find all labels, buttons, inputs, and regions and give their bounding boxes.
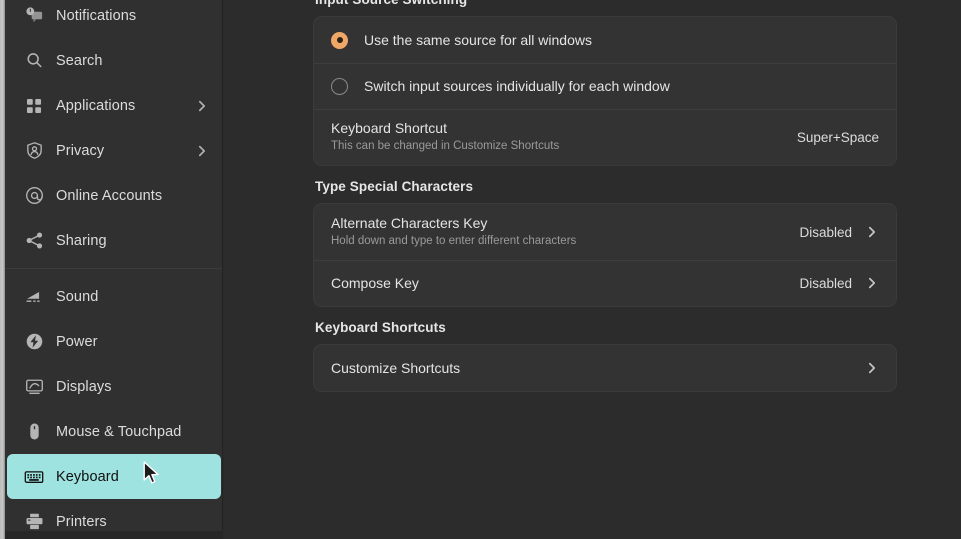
displays-icon — [23, 376, 45, 398]
sidebar-item-label: Keyboard — [56, 468, 119, 485]
sidebar-item-label: Online Accounts — [56, 187, 163, 204]
sidebar-item-printers[interactable]: Printers — [7, 499, 221, 531]
printer-icon — [23, 511, 45, 532]
chevron-right-icon — [195, 144, 209, 158]
sidebar-item-privacy[interactable]: Privacy — [7, 128, 221, 173]
sidebar-item-label: Mouse & Touchpad — [56, 423, 182, 440]
row-trailing: Disabled — [787, 225, 879, 240]
sidebar-item-power[interactable]: Power — [7, 319, 221, 364]
sidebar-item-sound[interactable]: Sound — [7, 274, 221, 319]
sidebar-item-label: Printers — [56, 513, 107, 530]
sidebar-item-notifications[interactable]: Notifications — [7, 0, 221, 38]
row-text-block: Alternate Characters Key Hold down and ty… — [331, 214, 576, 250]
section-title: Type Special Characters — [315, 179, 474, 194]
settings-row[interactable]: Alternate Characters Key Hold down and ty… — [314, 204, 896, 260]
radio-button-unselected[interactable] — [331, 77, 348, 95]
row-text-block: Customize Shortcuts — [331, 359, 460, 377]
radio-option-row[interactable]: Switch input sources individually for ea… — [314, 63, 896, 109]
row-title: Alternate Characters Key — [331, 215, 488, 232]
row-trailing: Super+Space — [785, 130, 879, 145]
row-text-block: Compose Key — [331, 274, 419, 292]
sidebar: Notifications Search Applications Privacy On… — [5, 0, 223, 531]
row-title: Keyboard Shortcut — [331, 120, 447, 137]
settings-section: Keyboard Shortcuts Customize Shortcuts — [313, 320, 897, 392]
sidebar-item-label: Displays — [56, 378, 112, 395]
sidebar-separator — [5, 268, 222, 269]
section-title: Input Source Switching — [313, 0, 897, 16]
chevron-right-icon[interactable] — [865, 361, 879, 375]
sidebar-item-applications[interactable]: Applications — [7, 83, 221, 128]
at-sign-icon — [23, 185, 45, 207]
settings-row[interactable]: Keyboard Shortcut This can be changed in … — [314, 109, 896, 165]
settings-content-panel: Input Source SwitchingUse the same sourc… — [224, 0, 961, 539]
sidebar-item-label: Notifications — [56, 7, 137, 24]
settings-card: Use the same source for all windows Switc… — [313, 16, 897, 166]
notifications-icon — [23, 5, 45, 27]
row-trailing: Disabled — [787, 276, 879, 291]
settings-window: Notifications Search Applications Privacy On… — [0, 0, 961, 539]
row-value: Disabled — [799, 224, 852, 240]
sidebar-item-online-accounts[interactable]: Online Accounts — [7, 173, 221, 218]
settings-row[interactable]: Compose Key Disabled — [314, 260, 896, 306]
keyboard-icon — [23, 466, 45, 488]
settings-row[interactable]: Customize Shortcuts — [314, 345, 896, 391]
applications-icon — [23, 95, 45, 117]
search-icon — [23, 50, 45, 72]
radio-option-label: Switch input sources individually for ea… — [364, 78, 670, 94]
row-title: Compose Key — [331, 274, 419, 291]
sidebar-item-keyboard[interactable]: Keyboard — [7, 454, 221, 499]
sound-icon — [23, 286, 45, 308]
settings-section: Type Special Characters Alternate Charact… — [313, 179, 897, 307]
power-icon — [23, 331, 45, 353]
sidebar-nav-list: Notifications Search Applications Privacy On… — [5, 0, 222, 531]
sidebar-item-label: Search — [56, 52, 103, 69]
row-value: Super+Space — [796, 129, 879, 145]
radio-button-selected[interactable] — [331, 31, 348, 49]
chevron-right-icon[interactable] — [865, 225, 879, 239]
sidebar-item-label: Power — [56, 333, 98, 350]
sidebar-bottom-filler — [5, 531, 223, 539]
settings-card: Customize Shortcuts — [313, 344, 897, 392]
sidebar-item-displays[interactable]: Displays — [7, 364, 221, 409]
radio-option-label: Use the same source for all windows — [364, 32, 592, 48]
sidebar-item-label: Applications — [56, 97, 136, 114]
sidebar-item-mouse-touchpad[interactable]: Mouse & Touchpad — [7, 409, 221, 454]
privacy-shield-icon — [23, 140, 45, 162]
row-text-block: Keyboard Shortcut This can be changed in … — [331, 119, 559, 155]
share-icon — [23, 230, 45, 252]
sidebar-item-label: Sharing — [56, 232, 107, 249]
chevron-right-icon[interactable] — [865, 276, 879, 290]
sidebar-item-search[interactable]: Search — [7, 38, 221, 83]
sidebar-item-label: Sound — [56, 288, 99, 305]
row-subtitle: This can be changed in Customize Shortcu… — [331, 140, 560, 153]
window-left-edge — [0, 0, 5, 539]
radio-option-row[interactable]: Use the same source for all windows — [314, 17, 896, 63]
row-value: Disabled — [799, 275, 852, 291]
sidebar-item-label: Privacy — [56, 142, 105, 159]
section-title: Keyboard Shortcuts — [315, 320, 446, 335]
keyboard-settings-sections: Input Source SwitchingUse the same sourc… — [313, 0, 897, 405]
settings-card: Alternate Characters Key Hold down and ty… — [313, 203, 897, 307]
sidebar-item-sharing[interactable]: Sharing — [7, 218, 221, 263]
settings-section: Input Source SwitchingUse the same sourc… — [313, 0, 897, 166]
chevron-right-icon — [195, 99, 209, 113]
row-subtitle: Hold down and type to enter different ch… — [331, 235, 577, 248]
row-trailing — [853, 361, 879, 375]
mouse-icon — [23, 421, 45, 443]
row-title: Customize Shortcuts — [331, 359, 461, 376]
